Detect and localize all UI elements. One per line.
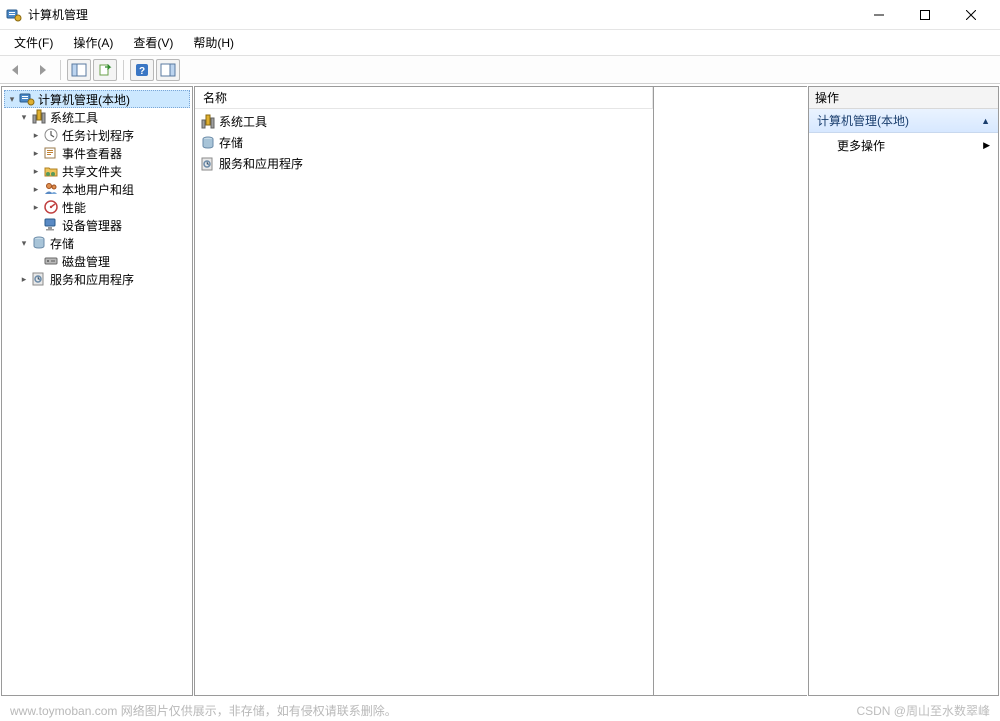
menu-help[interactable]: 帮助(H) bbox=[183, 31, 244, 54]
expand-icon[interactable]: ▸ bbox=[30, 147, 42, 159]
help-button[interactable]: ? bbox=[130, 59, 154, 81]
tree-label: 设备管理器 bbox=[62, 217, 122, 234]
expand-icon[interactable]: ▸ bbox=[30, 183, 42, 195]
tree-item-event-viewer[interactable]: ▸ 事件查看器 bbox=[4, 144, 190, 162]
shared-folders-icon bbox=[43, 163, 59, 179]
list-empty-area bbox=[654, 86, 807, 696]
computer-management-icon bbox=[19, 91, 35, 107]
list-item-label: 存储 bbox=[219, 134, 243, 151]
system-tools-icon bbox=[31, 109, 47, 125]
titlebar: 计算机管理 bbox=[0, 0, 1000, 30]
window-title: 计算机管理 bbox=[28, 6, 88, 23]
tree-item-performance[interactable]: ▸ 性能 bbox=[4, 198, 190, 216]
performance-icon bbox=[43, 199, 59, 215]
action-group-header[interactable]: 计算机管理(本地) ▲ bbox=[809, 109, 998, 133]
local-users-icon bbox=[43, 181, 59, 197]
tree-label: 系统工具 bbox=[50, 109, 98, 126]
toolbar: ? bbox=[0, 56, 1000, 84]
tree-item-local-users[interactable]: ▸ 本地用户和组 bbox=[4, 180, 190, 198]
action-group-title: 计算机管理(本地) bbox=[817, 112, 909, 129]
services-apps-icon bbox=[31, 271, 47, 287]
tree-label: 共享文件夹 bbox=[62, 163, 122, 180]
close-button[interactable] bbox=[948, 0, 994, 30]
tree: ▾ 计算机管理(本地) ▾ 系统工具 ▸ 任务计划 bbox=[2, 89, 192, 289]
computer-management-icon bbox=[6, 7, 22, 23]
watermark-right: CSDN @周山至水数翠峰 bbox=[856, 702, 990, 719]
tree-item-shared-folders[interactable]: ▸ 共享文件夹 bbox=[4, 162, 190, 180]
list-panel: 名称 系统工具 存储 bbox=[194, 86, 807, 696]
tree-label: 计算机管理(本地) bbox=[38, 91, 130, 108]
storage-icon bbox=[200, 135, 216, 151]
storage-icon bbox=[31, 235, 47, 251]
expand-icon[interactable]: ▸ bbox=[30, 129, 42, 141]
event-viewer-icon bbox=[43, 145, 59, 161]
expand-icon[interactable]: ▸ bbox=[30, 165, 42, 177]
minimize-button[interactable] bbox=[856, 0, 902, 30]
action-label: 更多操作 bbox=[837, 137, 885, 154]
tree-item-system-tools[interactable]: ▾ 系统工具 bbox=[4, 108, 190, 126]
list-item-storage[interactable]: 存储 bbox=[195, 132, 653, 153]
device-manager-icon bbox=[43, 217, 59, 233]
services-apps-icon bbox=[200, 156, 216, 172]
column-name[interactable]: 名称 bbox=[195, 87, 653, 108]
back-button[interactable] bbox=[4, 59, 28, 81]
toolbar-separator bbox=[60, 60, 61, 80]
list-item-system-tools[interactable]: 系统工具 bbox=[195, 111, 653, 132]
watermark-left: www.toymoban.com 网络图片仅供展示，非存储，如有侵权请联系删除。 bbox=[10, 702, 397, 719]
list-item-label: 系统工具 bbox=[219, 113, 267, 130]
tree-label: 服务和应用程序 bbox=[50, 271, 134, 288]
list-view[interactable]: 名称 系统工具 存储 bbox=[194, 86, 654, 696]
maximize-button[interactable] bbox=[902, 0, 948, 30]
tree-item-task-scheduler[interactable]: ▸ 任务计划程序 bbox=[4, 126, 190, 144]
expand-icon[interactable]: ▸ bbox=[30, 201, 42, 213]
tree-label: 任务计划程序 bbox=[62, 127, 134, 144]
actions-panel: 操作 计算机管理(本地) ▲ 更多操作 ▶ bbox=[808, 86, 999, 696]
tree-item-disk-management[interactable]: 磁盘管理 bbox=[4, 252, 190, 270]
toolbar-separator bbox=[123, 60, 124, 80]
menu-action[interactable]: 操作(A) bbox=[63, 31, 123, 54]
main-area: ▾ 计算机管理(本地) ▾ 系统工具 ▸ 任务计划 bbox=[0, 84, 1000, 697]
list-item-label: 服务和应用程序 bbox=[219, 155, 303, 172]
menubar: 文件(F) 操作(A) 查看(V) 帮助(H) bbox=[0, 30, 1000, 56]
chevron-up-icon: ▲ bbox=[981, 116, 990, 126]
svg-text:?: ? bbox=[139, 66, 145, 77]
task-scheduler-icon bbox=[43, 127, 59, 143]
menu-file[interactable]: 文件(F) bbox=[4, 31, 63, 54]
tree-item-computer-management[interactable]: ▾ 计算机管理(本地) bbox=[4, 90, 190, 108]
collapse-icon[interactable]: ▾ bbox=[18, 111, 30, 123]
tree-label: 存储 bbox=[50, 235, 74, 252]
menu-view[interactable]: 查看(V) bbox=[123, 31, 183, 54]
disk-management-icon bbox=[43, 253, 59, 269]
actions-header: 操作 bbox=[809, 87, 998, 109]
list-item-services-apps[interactable]: 服务和应用程序 bbox=[195, 153, 653, 174]
collapse-icon[interactable]: ▾ bbox=[18, 237, 30, 249]
system-tools-icon bbox=[200, 114, 216, 130]
window-controls bbox=[856, 0, 994, 30]
expand-icon[interactable]: ▸ bbox=[18, 273, 30, 285]
tree-label: 性能 bbox=[62, 199, 86, 216]
collapse-icon[interactable]: ▾ bbox=[6, 93, 18, 105]
show-action-pane-button[interactable] bbox=[156, 59, 180, 81]
tree-item-services-apps[interactable]: ▸ 服务和应用程序 bbox=[4, 270, 190, 288]
export-button[interactable] bbox=[93, 59, 117, 81]
action-more[interactable]: 更多操作 ▶ bbox=[809, 133, 998, 157]
tree-label: 事件查看器 bbox=[62, 145, 122, 162]
chevron-right-icon: ▶ bbox=[983, 140, 990, 151]
tree-label: 磁盘管理 bbox=[62, 253, 110, 270]
list-header: 名称 bbox=[195, 87, 653, 109]
tree-panel[interactable]: ▾ 计算机管理(本地) ▾ 系统工具 ▸ 任务计划 bbox=[1, 86, 193, 696]
show-hide-tree-button[interactable] bbox=[67, 59, 91, 81]
forward-button[interactable] bbox=[30, 59, 54, 81]
tree-item-storage[interactable]: ▾ 存储 bbox=[4, 234, 190, 252]
tree-item-device-manager[interactable]: 设备管理器 bbox=[4, 216, 190, 234]
tree-label: 本地用户和组 bbox=[62, 181, 134, 198]
footer-watermark: www.toymoban.com 网络图片仅供展示，非存储，如有侵权请联系删除。… bbox=[10, 702, 990, 719]
